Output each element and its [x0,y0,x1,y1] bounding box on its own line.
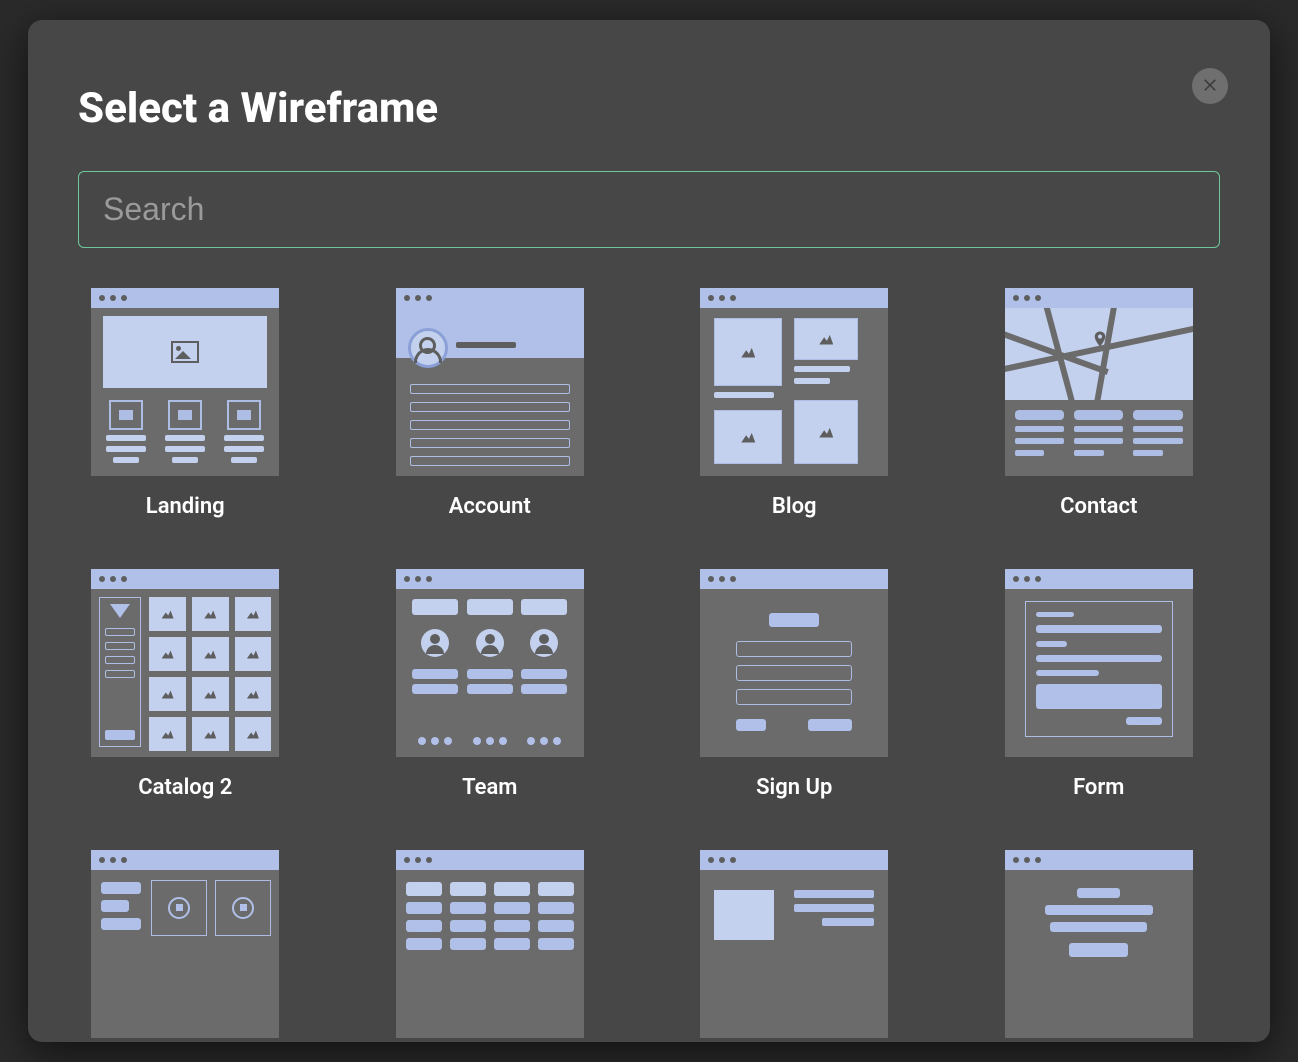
filter-icon [110,604,130,618]
wireframe-card-extra-3[interactable] [687,850,902,1038]
wireframe-label: Account [449,494,531,519]
wireframe-label: Landing [146,494,225,519]
image-icon [171,341,199,363]
map-pin-icon [1091,326,1109,352]
wireframe-label: Blog [772,494,817,519]
wireframe-card-account[interactable]: Account [383,288,598,519]
wireframe-thumbnail [91,850,279,1038]
wireframe-label: Sign Up [756,775,832,800]
wireframe-card-landing[interactable]: Landing [78,288,293,519]
wireframe-thumbnail [1005,569,1193,757]
wireframe-thumbnail [91,569,279,757]
wireframe-card-blog[interactable]: Blog [687,288,902,519]
wireframe-thumbnail [700,288,888,476]
close-button[interactable] [1192,68,1228,104]
modal-title: Select a Wireframe [78,84,1220,133]
wireframe-thumbnail [700,850,888,1038]
wireframe-thumbnail [700,569,888,757]
wireframe-card-extra-4[interactable] [992,850,1207,1038]
wireframe-card-contact[interactable]: Contact [992,288,1207,519]
wireframe-thumbnail [396,288,584,476]
wireframe-card-form[interactable]: Form [992,569,1207,800]
wireframe-card-signup[interactable]: Sign Up [687,569,902,800]
wireframe-label: Form [1073,775,1124,800]
wireframe-thumbnail [396,569,584,757]
wireframe-label: Catalog 2 [138,775,232,800]
wireframe-label: Contact [1060,494,1137,519]
wireframe-card-catalog2[interactable]: Catalog 2 [78,569,293,800]
wireframe-card-extra-2[interactable] [383,850,598,1038]
wireframe-thumbnail [91,288,279,476]
wireframe-label: Team [462,775,517,800]
person-icon [421,629,449,657]
wireframe-selector-modal: Select a Wireframe Landing [28,20,1270,1042]
wireframe-thumbnail [1005,288,1193,476]
search-input[interactable] [78,171,1220,248]
wireframe-thumbnail [1005,850,1193,1038]
person-icon [530,629,558,657]
wireframe-grid: Landing Account [78,288,1206,1043]
person-icon [476,629,504,657]
close-icon [1201,75,1219,97]
wireframe-card-extra-1[interactable] [78,850,293,1038]
wireframe-thumbnail [396,850,584,1038]
wireframe-card-team[interactable]: Team [383,569,598,800]
wireframe-grid-scroll[interactable]: Landing Account [78,288,1220,1043]
avatar-icon [408,328,448,368]
